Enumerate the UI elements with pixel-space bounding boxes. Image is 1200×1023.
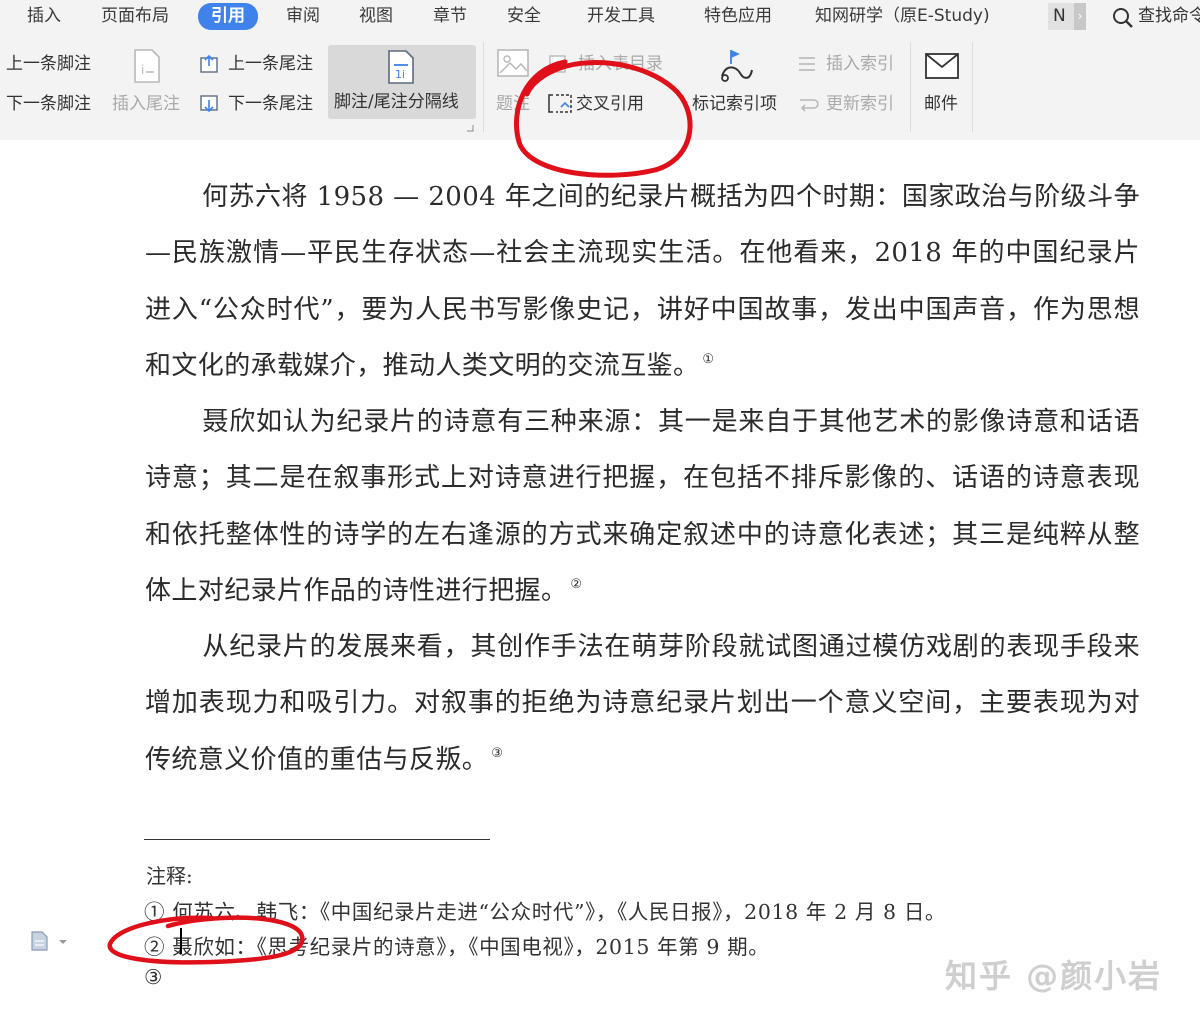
next-endnote-icon [200, 95, 218, 113]
mail-merge-button[interactable]: 邮件 [924, 93, 958, 115]
cross-reference-button[interactable]: 交叉引用 [576, 93, 644, 115]
cross-reference-icon [548, 94, 572, 113]
caption-button[interactable]: 题注 [496, 93, 530, 115]
tab-chapter[interactable]: 章节 [433, 3, 467, 30]
tab-special-apps[interactable]: 特色应用 [704, 3, 772, 30]
footnote-item[interactable]: ① 何苏六、韩飞：《中国纪录片走进“公众时代”》，《人民日报》，2018 年 2… [144, 895, 946, 925]
footnote-separator-line [144, 839, 490, 840]
search-icon [1113, 8, 1133, 28]
update-index-icon [800, 99, 819, 112]
separator-line-icon: 1i [388, 50, 414, 84]
insert-endnote-icon: i [134, 49, 160, 83]
prev-endnote-icon [200, 54, 218, 73]
menu-tab-bar: 插入 页面布局 引用 审阅 视图 章节 安全 开发工具 特色应用 知网研学（原E… [0, 0, 1200, 34]
footnote-item[interactable]: ③ [144, 965, 163, 989]
tab-overflow-label: N [1053, 6, 1066, 26]
footnote-heading: 注释: [146, 864, 193, 888]
next-footnote-button[interactable]: 下一条脚注 [6, 93, 91, 115]
body-paragraph: 从纪录片的发展来看，其创作手法在萌芽阶段就试图通过模仿戏剧的表现手段来增加表现力… [145, 619, 1140, 788]
insert-index-icon [799, 57, 815, 71]
tab-review[interactable]: 审阅 [286, 3, 320, 30]
footnote-ref[interactable]: ② [570, 577, 582, 592]
search-label: 查找命令 [1138, 6, 1200, 26]
body-paragraph: 聂欣如认为纪录片的诗意有三种来源：其一是来自于其他艺术的影像诗意和话语诗意；其二… [145, 394, 1140, 619]
tab-page-layout[interactable]: 页面布局 [101, 3, 169, 30]
footnote-separator-label: 脚注/尾注分隔线 [334, 92, 459, 112]
paragraph-text: 聂欣如认为纪录片的诗意有三种来源：其一是来自于其他艺术的影像诗意和话语诗意；其二… [145, 407, 1140, 606]
footnote-item[interactable]: ② 聂欣如：《思考纪录片的诗意》，《中国电视》，2015 年第 9 期。 [144, 930, 769, 960]
footnote-ref[interactable]: ① [702, 352, 714, 367]
tab-view[interactable]: 视图 [359, 3, 393, 30]
ribbon-toolbar: 上一条脚注 下一条脚注 i 插入尾注 上一条尾注 下一条尾注 1i 脚注/尾注分… [0, 34, 1200, 140]
svg-text:1i: 1i [395, 68, 405, 81]
text-cursor [180, 928, 182, 954]
watermark: 知乎 @颜小岩 [945, 957, 1163, 995]
document-page[interactable]: 何苏六将 1958 — 2004 年之间的纪录片概括为四个时期：国家政治与阶级斗… [0, 140, 1200, 1023]
tab-overflow[interactable]: N › [1048, 3, 1086, 30]
dialog-launcher-icon[interactable] [466, 124, 474, 132]
mark-index-entry-icon [721, 50, 753, 82]
chevron-right-icon[interactable]: › [1074, 3, 1086, 30]
paragraph-text: 何苏六将 1958 — 2004 年之间的纪录片概括为四个时期：国家政治与阶级斗… [145, 182, 1140, 381]
footnote-ref[interactable]: ③ [491, 746, 503, 761]
prev-footnote-button[interactable]: 上一条脚注 [6, 53, 91, 75]
tab-insert[interactable]: 插入 [27, 3, 61, 30]
tab-cnki-estudy[interactable]: 知网研学（原E-Study) [815, 3, 990, 30]
caption-picture-icon [497, 49, 529, 77]
insert-endnote-button[interactable]: 插入尾注 [112, 93, 180, 115]
tab-security[interactable]: 安全 [507, 3, 541, 30]
paragraph-text: 从纪录片的发展来看，其创作手法在萌芽阶段就试图通过模仿戏剧的表现手段来增加表现力… [145, 632, 1140, 775]
update-index-button[interactable]: 更新索引 [826, 93, 894, 115]
insert-table-of-figures-button[interactable]: 插入表目录 [578, 53, 663, 75]
table-of-figures-icon [549, 55, 566, 73]
ribbon-divider [972, 42, 973, 132]
paste-options-icon[interactable] [30, 930, 70, 952]
insert-index-button[interactable]: 插入索引 [826, 53, 894, 75]
ribbon-divider [910, 42, 911, 132]
tab-developer[interactable]: 开发工具 [587, 3, 655, 30]
footnote-separator-button[interactable]: 1i 脚注/尾注分隔线 [328, 45, 476, 119]
next-endnote-button[interactable]: 下一条尾注 [228, 93, 313, 115]
prev-endnote-button[interactable]: 上一条尾注 [228, 53, 313, 75]
svg-text:i: i [141, 63, 144, 77]
tab-references[interactable]: 引用 [198, 3, 258, 30]
body-paragraph: 何苏六将 1958 — 2004 年之间的纪录片概括为四个时期：国家政治与阶级斗… [145, 169, 1140, 394]
ribbon-divider [483, 42, 484, 132]
mark-index-entry-button[interactable]: 标记索引项 [692, 93, 777, 115]
mail-icon [925, 53, 959, 79]
